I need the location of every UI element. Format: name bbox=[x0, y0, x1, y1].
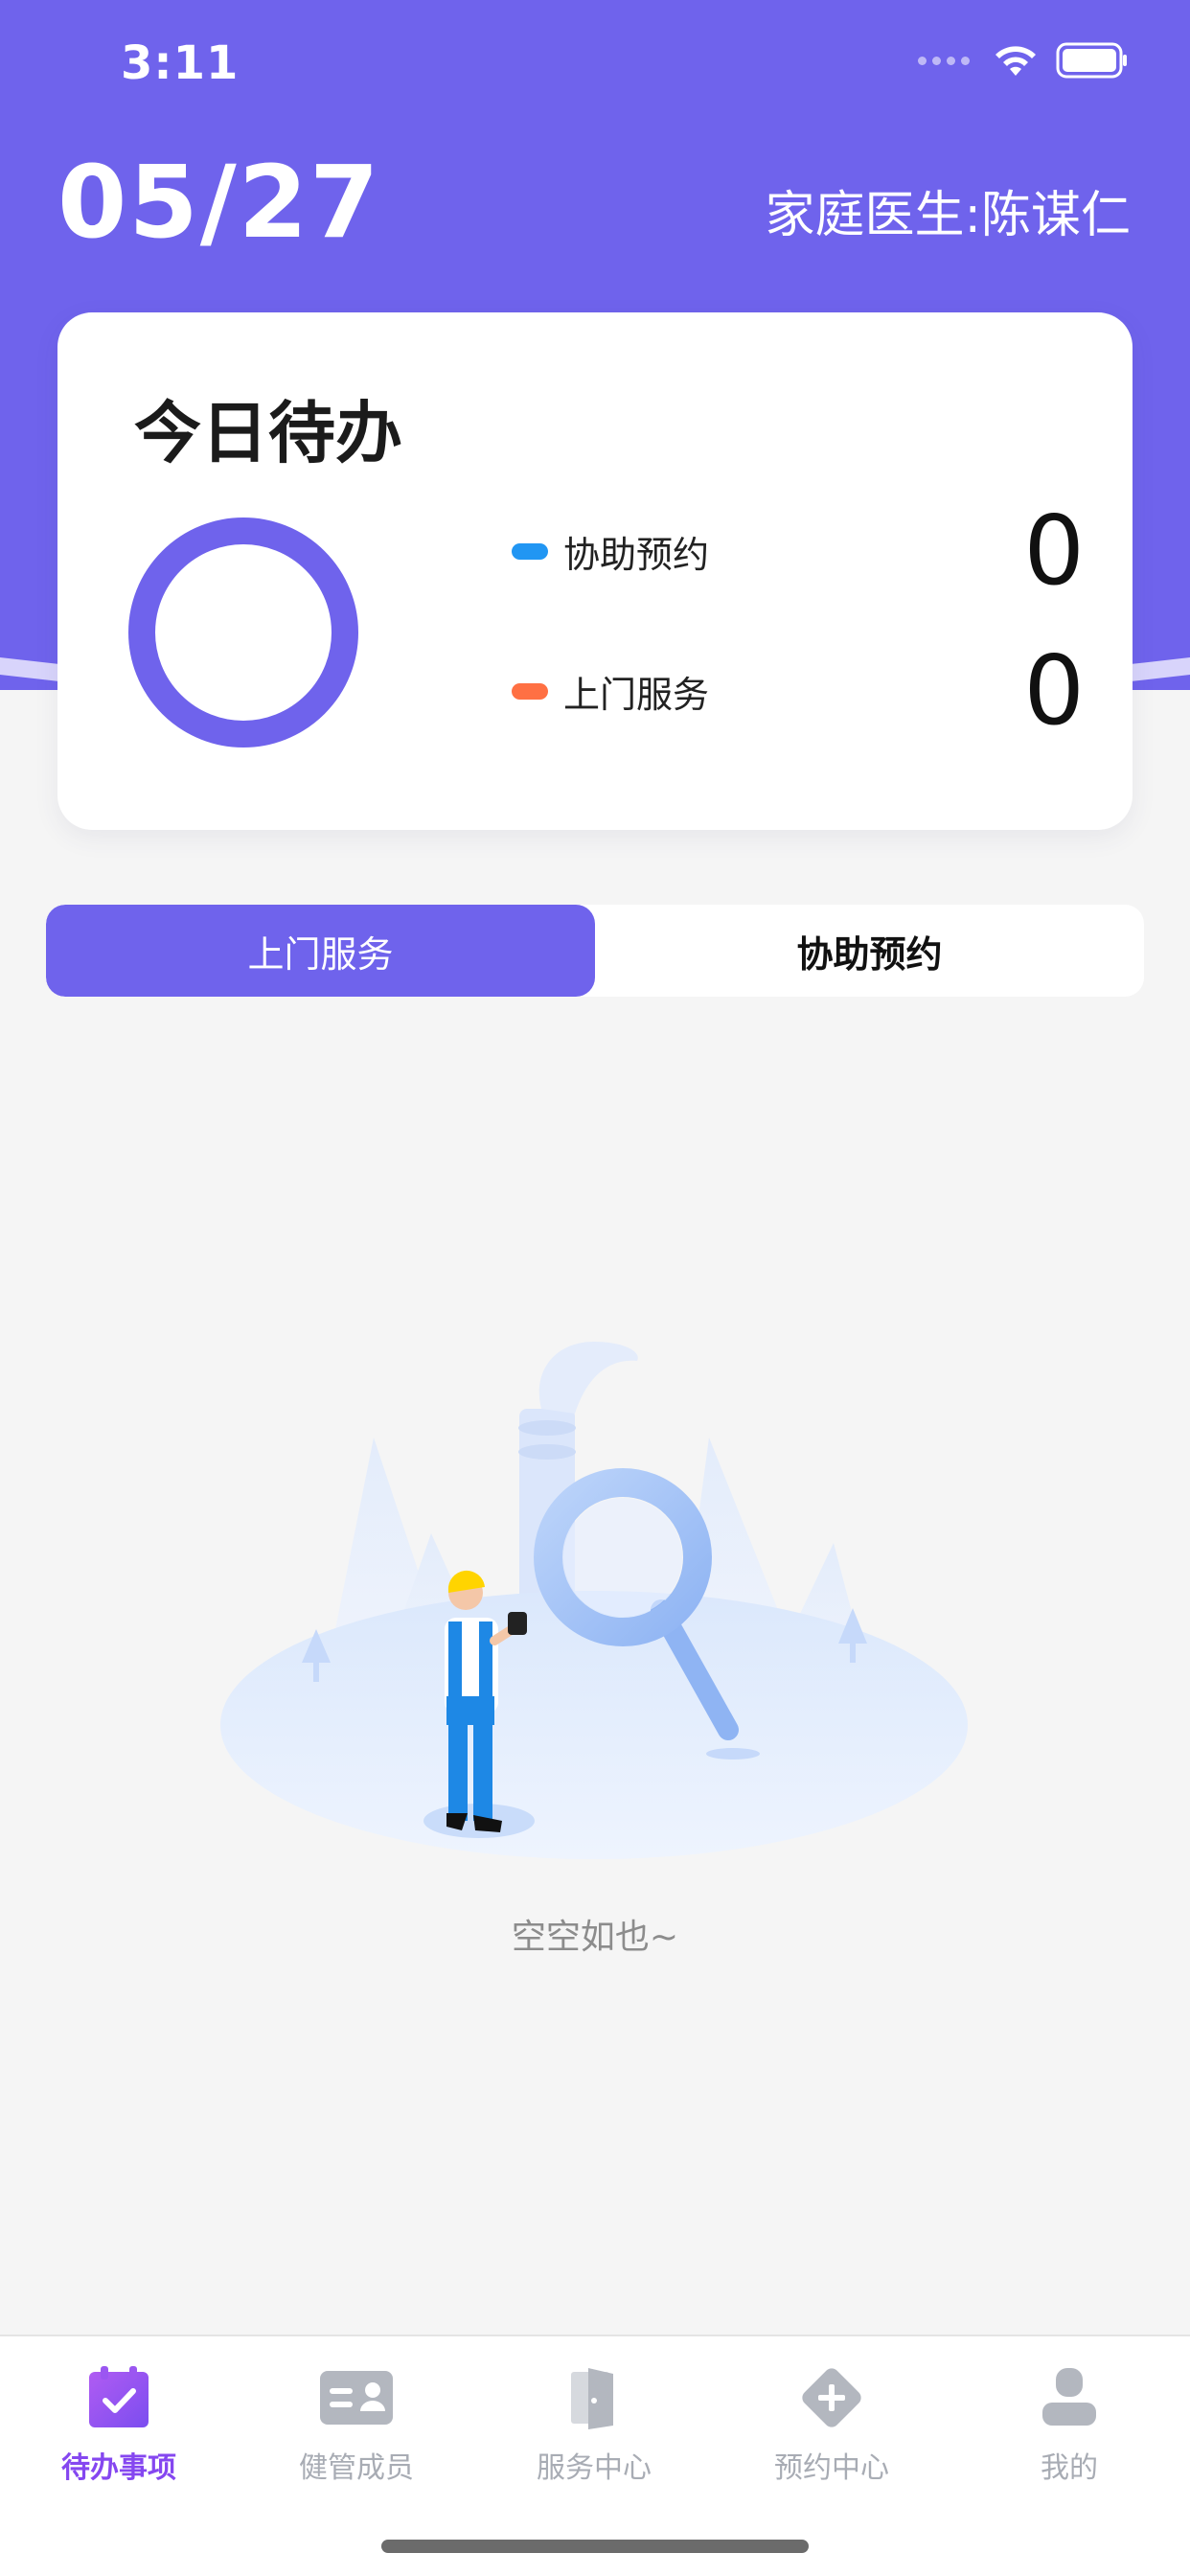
legend-home-service: 上门服务 bbox=[512, 665, 709, 718]
home-indicator bbox=[381, 2540, 809, 2553]
nav-service-center[interactable]: 服务中心 bbox=[475, 2359, 713, 2486]
nav-label: 我的 bbox=[1041, 2451, 1098, 2485]
nav-label: 预约中心 bbox=[774, 2451, 889, 2485]
status-indicators bbox=[918, 42, 1129, 79]
nav-label: 健管成员 bbox=[299, 2451, 414, 2485]
nav-appointment-center[interactable]: 预约中心 bbox=[713, 2359, 950, 2486]
legend-assist-appointment: 协助预约 bbox=[512, 525, 709, 578]
home-service-count: 0 bbox=[1023, 634, 1085, 747]
service-tabs: 上门服务 协助预约 bbox=[46, 905, 1144, 997]
nav-label: 服务中心 bbox=[537, 2451, 652, 2485]
nav-health-members[interactable]: 健管成员 bbox=[238, 2359, 475, 2486]
user-icon bbox=[1031, 2359, 1108, 2436]
calendar-check-icon bbox=[80, 2359, 157, 2436]
empty-state-illustration bbox=[220, 1342, 968, 1859]
assist-appointment-count: 0 bbox=[1023, 494, 1085, 607]
current-date: 05/27 bbox=[57, 144, 381, 261]
signal-icon bbox=[918, 56, 970, 65]
door-icon bbox=[556, 2359, 632, 2436]
status-time: 3:11 bbox=[121, 36, 240, 90]
legend-dot-blue bbox=[512, 543, 548, 560]
today-todo-card: 今日待办 协助预约 0 上门服务 0 bbox=[57, 312, 1133, 830]
nav-label: 待办事项 bbox=[61, 2451, 176, 2485]
todo-donut-chart bbox=[128, 518, 358, 748]
plus-diamond-icon bbox=[793, 2359, 870, 2436]
legend-dot-orange bbox=[512, 683, 548, 700]
today-card-title: 今日待办 bbox=[134, 394, 402, 472]
nav-mine[interactable]: 我的 bbox=[950, 2359, 1188, 2486]
legend-label: 上门服务 bbox=[563, 674, 710, 716]
id-card-icon bbox=[318, 2359, 395, 2436]
wifi-icon bbox=[995, 46, 1036, 76]
battery-icon bbox=[1056, 42, 1127, 79]
legend-label: 协助预约 bbox=[563, 534, 710, 576]
nav-todo[interactable]: 待办事项 bbox=[0, 2359, 238, 2486]
tab-assist-appointment[interactable]: 协助预约 bbox=[595, 905, 1144, 997]
empty-state-text: 空空如也~ bbox=[511, 1918, 679, 1957]
tab-home-service[interactable]: 上门服务 bbox=[46, 905, 595, 997]
app-screen: 3:11 05/27 家庭医生:陈谋仁 今日待办 协助预约 0 上门服务 0 上… bbox=[0, 0, 1190, 2576]
family-doctor-label: 家庭医生:陈谋仁 bbox=[765, 187, 1131, 244]
